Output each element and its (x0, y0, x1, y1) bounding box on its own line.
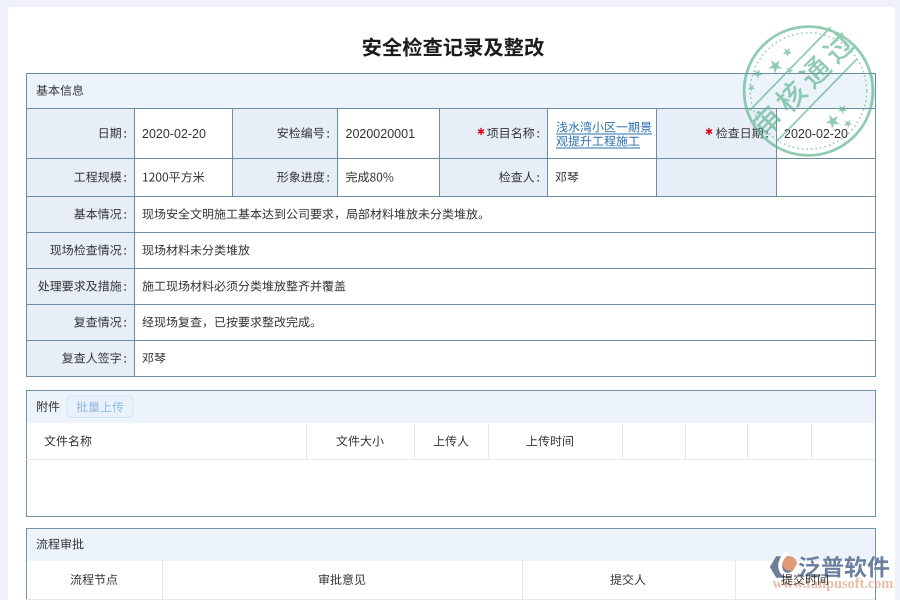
svg-text:2020-02-20: 2020-02-20 (142, 127, 206, 141)
svg-text:2020020001: 2020020001 (346, 127, 416, 141)
svg-text:2020-02-20: 2020-02-20 (784, 127, 848, 141)
